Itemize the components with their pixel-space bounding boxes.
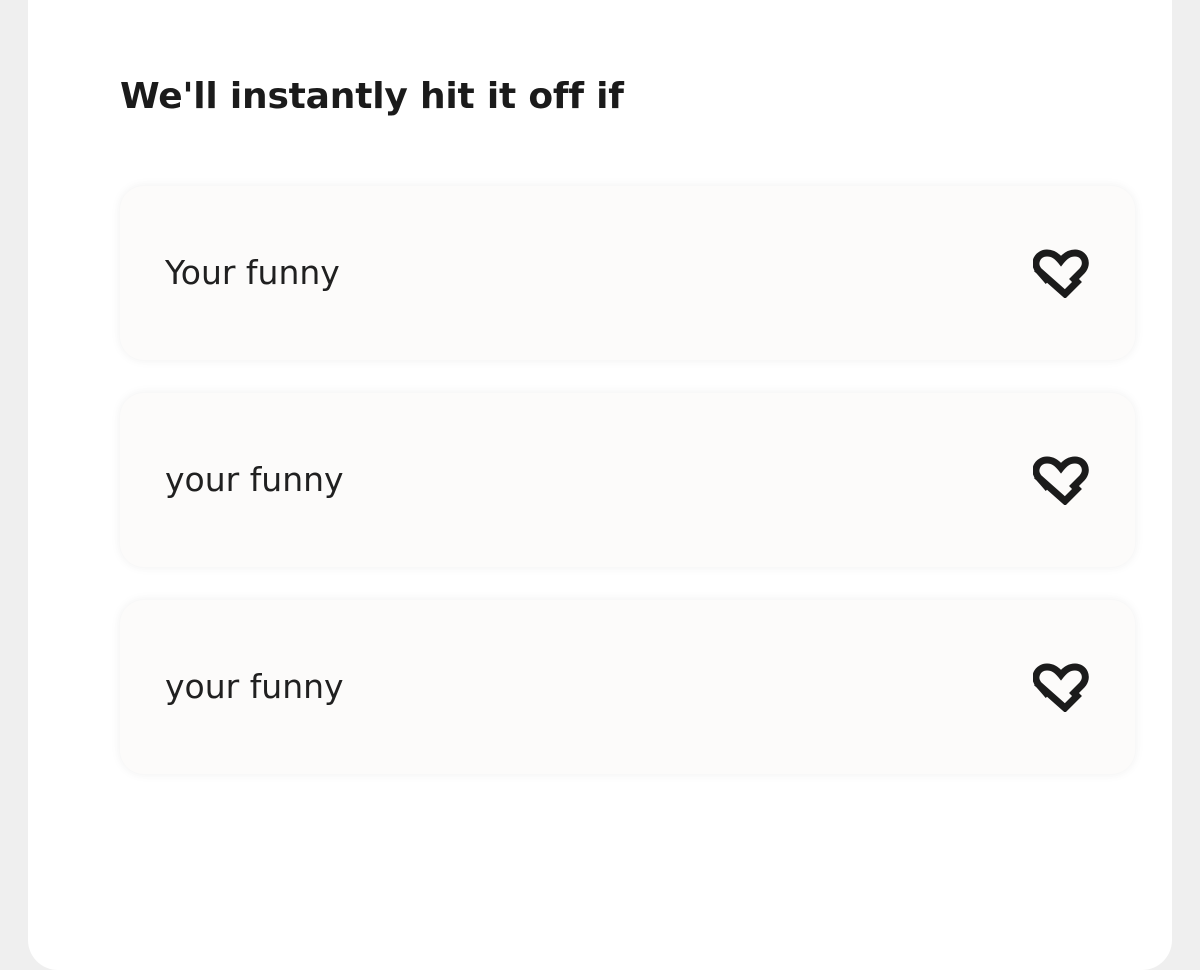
answer-option-1-text: Your funny: [165, 253, 340, 292]
answer-option-1[interactable]: Your funny: [120, 186, 1135, 360]
answer-option-2-text: your funny: [165, 460, 344, 499]
like-button[interactable]: [1032, 451, 1090, 509]
heart-like-icon: [1033, 663, 1089, 712]
answer-option-3-text: your funny: [165, 667, 344, 706]
profile-prompt-card: We'll instantly hit it off if Your funny…: [28, 0, 1172, 970]
heart-like-icon: [1033, 456, 1089, 505]
answer-list: Your funny your funny your funny: [120, 186, 1135, 807]
like-button[interactable]: [1032, 658, 1090, 716]
answer-option-2[interactable]: your funny: [120, 393, 1135, 567]
prompt-title: We'll instantly hit it off if: [120, 76, 624, 117]
heart-like-icon: [1033, 249, 1089, 298]
answer-option-3[interactable]: your funny: [120, 600, 1135, 774]
like-button[interactable]: [1032, 244, 1090, 302]
